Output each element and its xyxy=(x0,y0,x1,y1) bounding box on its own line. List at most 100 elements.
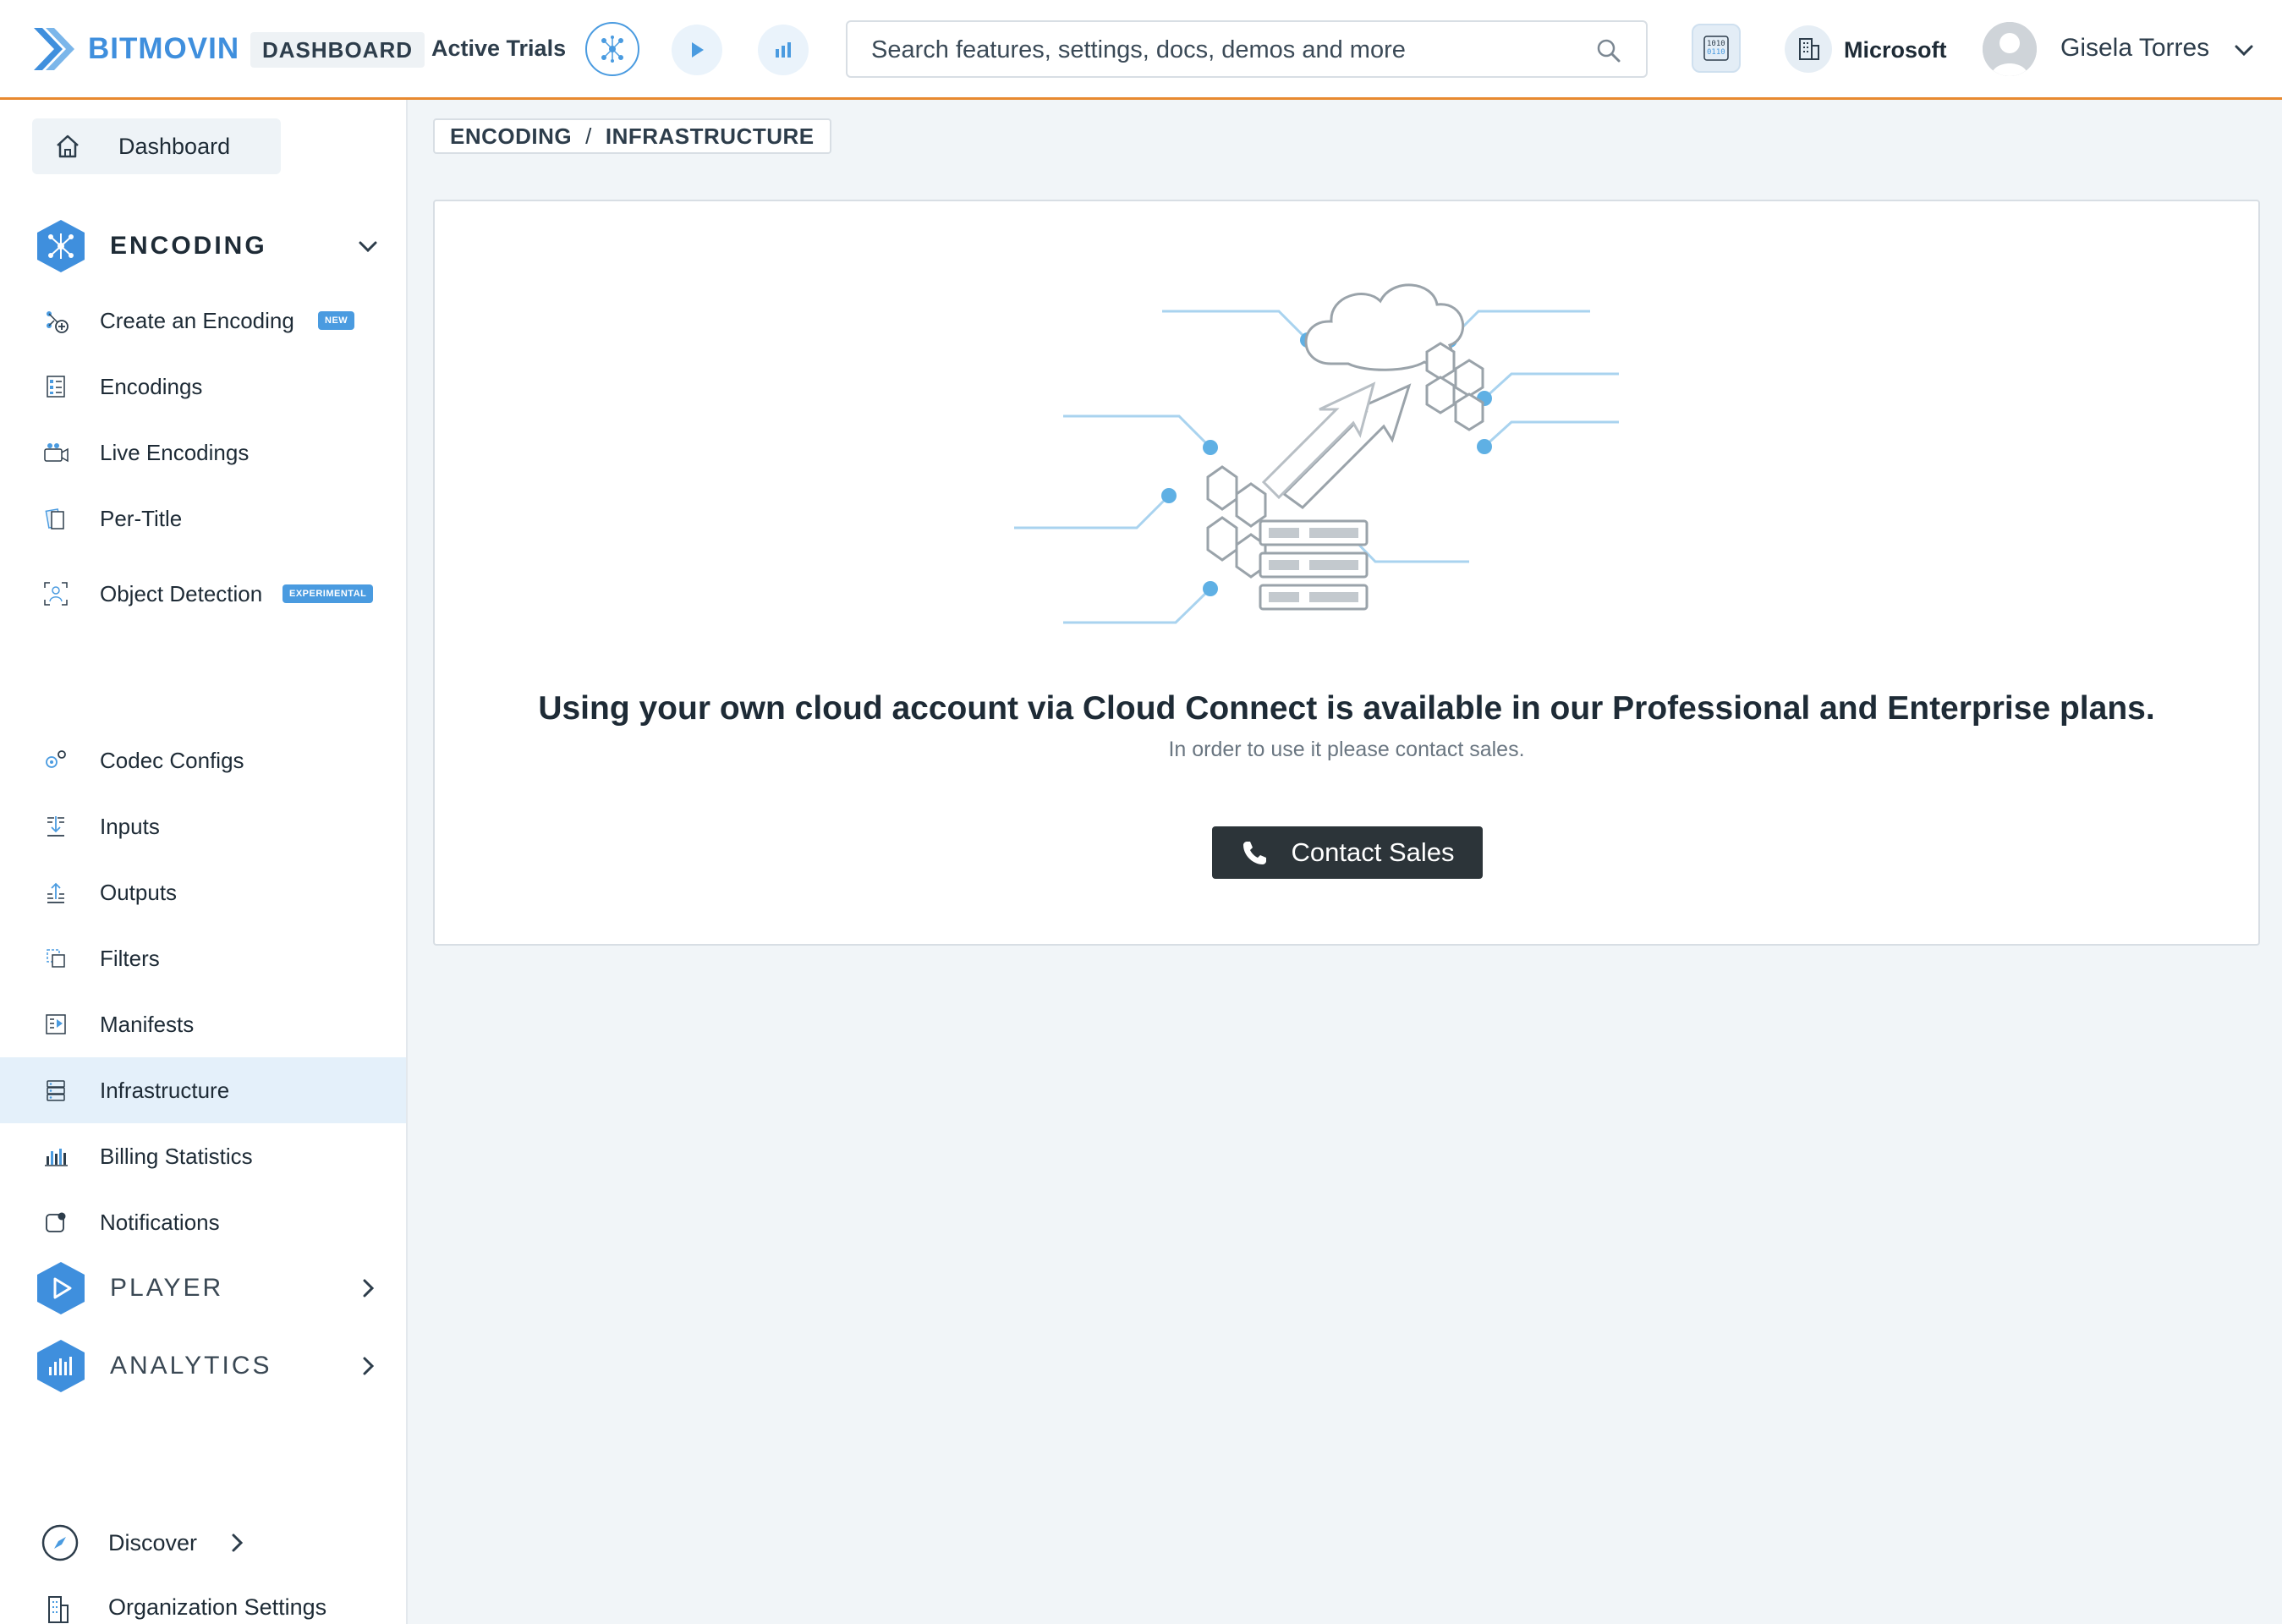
chevron-right-icon xyxy=(363,1279,375,1298)
bitmovin-logo[interactable]: BITMOVIN xyxy=(30,24,239,74)
sidebar-item-label: Encodings xyxy=(100,374,203,399)
brand-name: BITMOVIN xyxy=(88,32,240,65)
search-icon[interactable] xyxy=(1595,37,1622,64)
avatar[interactable] xyxy=(1983,22,2037,76)
bar-chart-icon xyxy=(776,42,791,58)
sidebar-item-object-detection[interactable]: Object Detection EXPERIMENTAL xyxy=(0,551,406,636)
organization-building-icon[interactable] xyxy=(1785,25,1832,73)
sidebar: Dashboard ENCODING Create an Encoding NE… xyxy=(0,100,408,1624)
sidebar-item-notifications[interactable]: Notifications xyxy=(0,1189,406,1255)
active-trials-label: Active Trials xyxy=(431,36,567,61)
sidebar-item-infrastructure[interactable]: Infrastructure xyxy=(0,1057,406,1123)
player-trial-icon[interactable] xyxy=(672,25,722,75)
sidebar-item-per-title[interactable]: Per-Title xyxy=(0,486,406,551)
sidebar-item-label: Infrastructure xyxy=(100,1078,230,1103)
sidebar-item-encodings[interactable]: Encodings xyxy=(0,354,406,420)
sidebar-item-label: Object Detection xyxy=(100,581,263,606)
player-hex-icon xyxy=(34,1260,88,1316)
upsell-subline: In order to use it please contact sales. xyxy=(1168,738,1525,761)
breadcrumb-separator: / xyxy=(585,123,592,149)
encoding-hex-icon xyxy=(34,218,88,274)
cloud-infrastructure-illustration-icon xyxy=(1014,283,1619,624)
chevron-down-icon[interactable] xyxy=(2231,37,2257,63)
breadcrumb: ENCODING / INFRASTRUCTURE xyxy=(433,118,831,154)
sidebar-item-live-encodings[interactable]: Live Encodings xyxy=(0,420,406,486)
sidebar-item-discover[interactable]: Discover xyxy=(41,1517,379,1568)
user-avatar-icon xyxy=(1983,22,2037,76)
sidebar-item-label: Discover xyxy=(108,1529,198,1555)
sidebar-item-label: Live Encodings xyxy=(100,440,250,465)
sidebar-item-label: Organization Settings xyxy=(108,1594,327,1620)
sidebar-item-label: Create an Encoding xyxy=(100,308,294,333)
sidebar-item-label: Notifications xyxy=(100,1210,220,1235)
sidebar-item-billing-statistics[interactable]: Billing Statistics xyxy=(0,1123,406,1189)
api-binary-button[interactable]: 1010 0110 xyxy=(1692,24,1741,73)
statistics-bars-icon xyxy=(45,1149,68,1166)
encodings-list-icon xyxy=(47,376,65,398)
building-icon xyxy=(1799,38,1819,60)
encoding-network-icon xyxy=(601,36,623,63)
analytics-hex-icon xyxy=(34,1338,88,1394)
svg-text:1010: 1010 xyxy=(1707,40,1725,48)
breadcrumb-infrastructure: INFRASTRUCTURE xyxy=(605,123,815,149)
contact-sales-label: Contact Sales xyxy=(1291,837,1455,867)
live-camera-icon xyxy=(44,443,69,463)
input-arrow-icon xyxy=(47,816,64,837)
sidebar-item-codec-configs[interactable]: Codec Configs xyxy=(0,727,406,793)
building-icon xyxy=(48,1596,69,1623)
contact-sales-button[interactable]: Contact Sales xyxy=(1212,826,1483,879)
new-badge: NEW xyxy=(318,311,355,330)
sidebar-item-label: Inputs xyxy=(100,814,160,839)
analytics-trial-icon[interactable] xyxy=(758,25,809,75)
bitmovin-logo-icon xyxy=(34,28,74,70)
sidebar-item-label: Outputs xyxy=(100,880,178,905)
sidebar-item-outputs[interactable]: Outputs xyxy=(0,859,406,925)
breadcrumb-encoding[interactable]: ENCODING xyxy=(450,123,572,150)
sidebar-item-organization-settings[interactable]: Organization Settings xyxy=(41,1590,379,1624)
object-detection-icon xyxy=(44,582,68,606)
user-name[interactable]: Gisela Torres xyxy=(2060,34,2209,63)
dashboard-badge[interactable]: DASHBOARD xyxy=(250,32,425,68)
notification-icon xyxy=(46,1212,66,1232)
experimental-badge: EXPERIMENTAL xyxy=(283,584,374,603)
chevron-down-icon xyxy=(359,241,377,253)
sidebar-section-analytics[interactable]: ANALYTICS xyxy=(34,1338,381,1394)
sidebar-item-label: Manifests xyxy=(100,1012,195,1037)
organization-name[interactable]: Microsoft xyxy=(1844,37,1947,63)
sidebar-item-create-encoding[interactable]: Create an Encoding NEW xyxy=(0,288,406,354)
sidebar-item-label: Dashboard xyxy=(118,133,231,159)
server-stack-icon xyxy=(47,1080,65,1101)
sidebar-section-player[interactable]: PLAYER xyxy=(34,1260,381,1316)
chevron-right-icon xyxy=(363,1357,375,1375)
filters-icon xyxy=(47,949,65,968)
phone-icon xyxy=(1242,842,1266,864)
sidebar-item-dashboard[interactable]: Dashboard xyxy=(32,118,281,174)
sidebar-item-inputs[interactable]: Inputs xyxy=(0,793,406,859)
sidebar-item-filters[interactable]: Filters xyxy=(0,925,406,991)
top-bar: BITMOVIN DASHBOARD Active Trials 1010 01… xyxy=(0,0,2282,100)
svg-text:0110: 0110 xyxy=(1707,48,1725,57)
section-title-analytics: ANALYTICS xyxy=(110,1352,272,1380)
play-icon xyxy=(692,42,704,58)
create-encoding-icon xyxy=(47,311,69,333)
manifest-icon xyxy=(46,1014,66,1034)
per-title-icon xyxy=(45,508,64,529)
binary-code-icon: 1010 0110 xyxy=(1703,36,1729,61)
home-icon xyxy=(57,134,79,158)
section-title-encoding: ENCODING xyxy=(110,232,267,260)
search-input[interactable] xyxy=(871,34,1565,66)
chevron-right-icon xyxy=(232,1533,244,1552)
sidebar-item-manifests[interactable]: Manifests xyxy=(0,991,406,1057)
sidebar-item-label: Codec Configs xyxy=(100,748,244,773)
sidebar-item-label: Filters xyxy=(100,946,160,971)
sidebar-item-label: Per-Title xyxy=(100,506,183,531)
global-search[interactable] xyxy=(846,20,1648,78)
cloud-connect-upsell-card: Using your own cloud account via Cloud C… xyxy=(433,200,2260,946)
sidebar-section-encoding[interactable]: ENCODING xyxy=(34,218,381,274)
encoding-trial-icon[interactable] xyxy=(585,22,639,76)
upsell-headline: Using your own cloud account via Cloud C… xyxy=(538,690,2155,727)
compass-icon xyxy=(41,1524,79,1561)
sidebar-item-label: Billing Statistics xyxy=(100,1144,253,1169)
output-arrow-icon xyxy=(47,882,64,903)
section-title-player: PLAYER xyxy=(110,1274,224,1302)
